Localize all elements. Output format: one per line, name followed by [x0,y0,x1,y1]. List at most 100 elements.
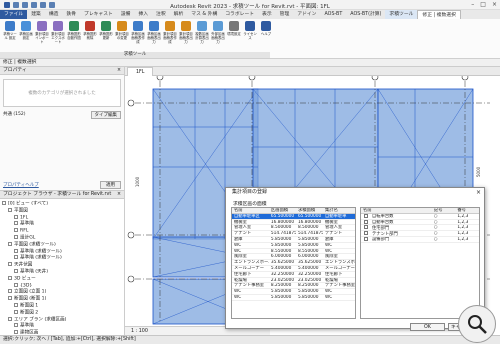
ribbon-tab-3[interactable]: 鉄骨 [62,10,80,19]
view-icon[interactable] [14,234,18,239]
ribbon-tab-8[interactable]: 解析 [170,10,188,19]
ribbon-tab-16[interactable]: 求積ツール [385,10,418,19]
ribbon-tab-14[interactable]: AOS-BT [320,10,346,19]
browser-tree-item[interactable]: 立面図 (立面 1) [2,289,122,296]
browser-tree-item[interactable]: 設計GL [2,234,122,242]
ribbon-button-10[interactable]: 集計項目 面積表作成 [162,21,178,44]
ribbon-button-8[interactable]: 求積区画 面積表作成 [130,21,146,44]
view-icon[interactable] [14,302,18,307]
ribbon-button-4[interactable]: 求積図形 自動作図 [66,21,82,40]
close-icon[interactable]: × [476,188,481,197]
ribbon-button-1[interactable]: 求積区画 設定 [18,21,34,40]
ok-button[interactable]: OK [410,323,445,331]
browser-tree-item[interactable]: 基準階 (天井) [2,268,122,276]
ribbon-tab-17[interactable]: 修正 | 複数選択 [417,10,461,19]
browser-tree-item[interactable]: 断面図 (断面 1) [2,296,122,303]
expand-toggle-icon[interactable] [8,262,12,267]
browser-tree-item[interactable]: 基準階 (求積ツール) [2,248,122,256]
table-row[interactable]: WC 5.850000 5.850000 WC [232,295,355,301]
ribbon-tab-2[interactable]: 構造 [45,10,63,19]
ribbon-button-14[interactable]: 環境設定 [226,21,242,36]
expand-toggle-icon[interactable] [8,241,12,246]
ribbon-button-16[interactable]: ヘルプ [258,21,274,36]
ribbon-button-3[interactable]: 集計項目 エクスポート [50,21,66,44]
ribbon-tab-5[interactable]: 設備 [117,10,135,19]
expand-toggle-icon[interactable] [8,289,12,294]
view-icon[interactable] [14,268,18,273]
ribbon-button-15[interactable]: ライセンス [242,21,258,40]
ribbon-tab-1[interactable]: 建築 [27,10,45,19]
view-icon[interactable] [14,228,18,233]
browser-tree-item[interactable]: 基準階 [2,323,122,330]
browser-tree-item[interactable]: 断面図 2 [2,309,122,317]
ribbon-tab-6[interactable]: 挿入 [134,10,152,19]
ribbon-button-12[interactable]: 複数区画 計算表出力 [194,21,210,44]
browser-tree-item[interactable]: エリア プラン (求積区画) [2,316,122,324]
view-icon[interactable] [14,255,18,260]
view-icon[interactable] [14,214,18,219]
row-checkbox[interactable] [364,219,368,224]
ribbon-tab-10[interactable]: コラボレート [221,10,258,19]
row-checkbox[interactable] [364,225,368,230]
ribbon-button-13[interactable]: 外部区画 面積表出力 [210,21,226,44]
ribbon-tab-12[interactable]: 管理 [276,10,294,19]
ribbon-tab-13[interactable]: アドイン [293,10,320,19]
browser-tree-item[interactable]: {3D} [2,282,122,290]
browser-tree-item[interactable]: [0] ビュー (すべて) [2,201,122,208]
view-scale[interactable]: 1 : 100 [131,329,148,334]
browser-tree-item[interactable]: 平面図 [2,207,122,215]
close-icon[interactable]: × [117,67,121,75]
ribbon-button-9[interactable]: 求積区画 面積表出力 [146,21,162,44]
row-checkbox[interactable] [364,236,368,241]
ribbon-button-6[interactable]: 求積図形 更新 [98,21,114,40]
apply-button[interactable]: 適用 [100,181,121,189]
row-checkbox[interactable] [364,231,368,236]
browser-tree-item[interactable]: 断面図 1 [2,302,122,310]
minimize-icon[interactable]: – [471,1,474,8]
properties-help-link[interactable]: プロパティヘルプ [3,182,39,188]
grid-cell: 5.850000 [270,236,292,242]
browser-tree-item[interactable]: 平面図 (求積ツール) [2,241,122,249]
ribbon-button-0[interactable]: 求積ツール 設定 [2,21,18,40]
ribbon-button-7[interactable]: 集計項目 の変更 [114,21,130,40]
browser-tree-item[interactable]: 基準階 (求積ツール) [2,255,122,262]
ribbon-tab-0[interactable]: ファイル [0,10,28,19]
browser-tree-item[interactable]: RFL [2,228,122,235]
grid-cell: 倉庫 [324,236,334,242]
close-icon[interactable]: × [117,191,121,199]
browser-tree-item[interactable]: 天井伏図 [2,262,122,269]
expand-toggle-icon[interactable] [8,275,12,280]
table-row[interactable]: 設備部門 ○ 1,2,3 [361,236,479,243]
view-icon[interactable] [14,323,18,328]
ribbon-button-5[interactable]: 求積図形 削除 [82,21,98,40]
view-icon[interactable] [14,330,18,335]
view-icon[interactable] [14,221,18,226]
ribbon-tab-4[interactable]: プレキャスト [80,10,117,19]
ribbon-tab-9[interactable]: マス & 外構 [187,10,221,19]
row-checkbox[interactable] [364,213,368,218]
ribbon-tab-7[interactable]: 注釈 [152,10,170,19]
ribbon-button-11[interactable]: 集計項目 面積表出力 [178,21,194,44]
expand-toggle-icon[interactable] [8,296,12,301]
expand-toggle-icon[interactable] [8,316,12,321]
aggregation-grid[interactable]: 名前 記号 番号 自転車台数 ○ 1,2,3 自動車台数 ○ 1,2,3 住宅部門 ○ 1,2,3 テナ… [360,207,480,319]
view-icon[interactable] [14,282,18,287]
browser-tree-item[interactable]: 3D ビュー [2,275,122,283]
view-icon[interactable] [14,309,18,314]
close-icon[interactable]: × [492,1,497,8]
view-icon[interactable] [14,248,18,253]
type-selector[interactable]: 複数のカテゴリが選択されました [3,79,121,107]
zoom-badge[interactable] [458,305,496,343]
browser-tree-item[interactable]: 基準階 [2,221,122,228]
edit-type-button[interactable]: タイプ編集 [90,111,121,119]
maximize-icon[interactable]: □ [480,1,486,8]
ribbon-tab-11[interactable]: 表示 [258,10,276,19]
view-tab-1fl[interactable]: 1FL [127,67,154,76]
browser-tree-item[interactable]: 1FL [2,214,122,222]
expand-toggle-icon[interactable] [2,201,6,205]
instance-filter[interactable]: 共通 (152) [3,111,26,119]
ribbon-button-2[interactable]: 集計項目 インポート [34,21,50,44]
ribbon-tab-15[interactable]: AOS-BT(計算) [346,10,385,19]
area-grid[interactable]: 名前 区画面積 求積面積 集計名 自動車駐車区 65.500000 65.500000 自動車… [231,207,356,319]
expand-toggle-icon[interactable] [8,207,12,212]
